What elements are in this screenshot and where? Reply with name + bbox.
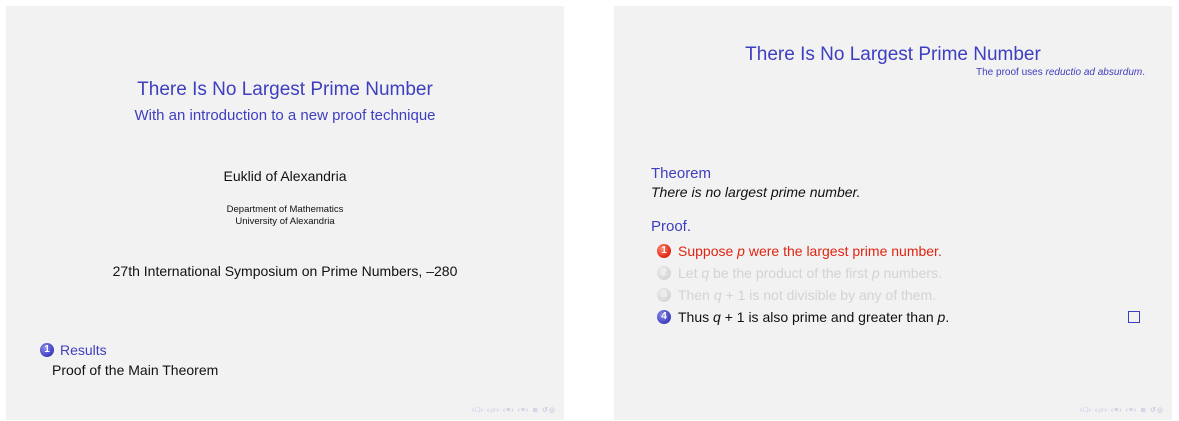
step-number-ball: 2 — [657, 266, 671, 280]
qed-square-icon — [1128, 311, 1140, 323]
section-number-ball: 1 — [40, 343, 54, 357]
proof-step-1: 1 Suppose p were the largest prime numbe… — [657, 240, 1137, 262]
theorem-heading: Theorem — [651, 165, 712, 182]
slide-subtitle: With an introduction to a new proof tech… — [134, 107, 436, 124]
step-text: Thus q + 1 is also prime and greater tha… — [678, 309, 950, 325]
proof-heading: Proof. — [651, 218, 692, 235]
frame-subtitle-italic: reductio ad absurdum — [1045, 67, 1143, 78]
step-number-ball: 4 — [657, 310, 671, 324]
proof-step-2: 2 Let q be the product of the first p nu… — [657, 262, 1137, 284]
institute-line-2: University of Alexandria — [235, 216, 335, 227]
slide-title: There Is No Largest Prime Number — [137, 79, 433, 100]
theorem-slide: There Is No Largest Prime Number The pro… — [614, 6, 1172, 420]
toc-section[interactable]: 1 Results — [40, 342, 218, 358]
theorem-body: There is no largest prime number. — [651, 184, 861, 200]
toc-section-label: Results — [60, 342, 107, 358]
frame-title: There Is No Largest Prime Number — [745, 44, 1041, 65]
step-number-ball: 3 — [657, 288, 671, 302]
toc-subsection[interactable]: Proof of the Main Theorem — [52, 362, 218, 378]
table-of-contents: 1 Results Proof of the Main Theorem — [40, 342, 218, 378]
institute: Department of Mathematics University of … — [6, 204, 564, 228]
step-number-ball: 1 — [657, 244, 671, 258]
step-text: Then q + 1 is not divisible by any of th… — [678, 287, 936, 303]
frame-subtitle-suffix: . — [1142, 67, 1145, 78]
frame-subtitle: The proof uses reductio ad absurdum. — [976, 67, 1145, 78]
step-text: Suppose p were the largest prime number. — [678, 243, 942, 259]
date: 27th International Symposium on Prime Nu… — [112, 263, 458, 279]
title-slide: There Is No Largest Prime Number With an… — [6, 6, 564, 420]
step-text: Let q be the product of the first p numb… — [678, 265, 942, 281]
proof-steps: 1 Suppose p were the largest prime numbe… — [657, 240, 1140, 328]
proof-step-4: 4 Thus q + 1 is also prime and greater t… — [657, 306, 1140, 328]
navigation-symbols[interactable]: ‹□› ‹▱› ‹≡› ‹≡› ≣ ↺◎ — [1080, 406, 1164, 414]
navigation-symbols[interactable]: ‹□› ‹▱› ‹≡› ‹≡› ≣ ↺◎ — [472, 406, 556, 414]
author: Euklid of Alexandria — [223, 168, 347, 184]
proof-step-3: 3 Then q + 1 is not divisible by any of … — [657, 284, 1137, 306]
institute-line-1: Department of Mathematics — [226, 204, 344, 215]
frame-subtitle-prefix: The proof uses — [976, 67, 1046, 78]
